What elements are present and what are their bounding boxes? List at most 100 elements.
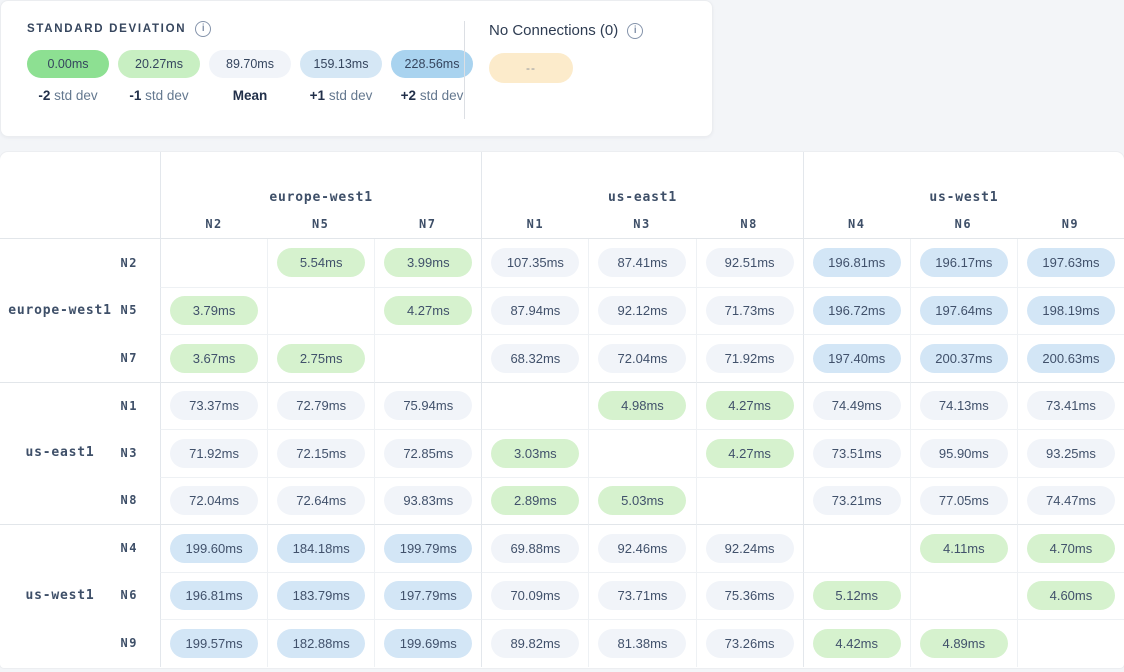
- latency-cell: 2.75ms: [267, 334, 374, 382]
- latency-pill[interactable]: 5.12ms: [813, 581, 901, 610]
- latency-pill[interactable]: 3.79ms: [170, 296, 258, 325]
- latency-cell: 74.49ms: [803, 382, 910, 430]
- row-node-label: N3: [120, 446, 160, 460]
- latency-cell: 72.04ms: [588, 334, 695, 382]
- latency-pill[interactable]: 4.89ms: [920, 629, 1008, 658]
- latency-pill[interactable]: 5.03ms: [598, 486, 686, 515]
- latency-pill[interactable]: 182.88ms: [277, 629, 365, 658]
- legend-stop-4: 228.56ms+2 std dev: [391, 50, 473, 103]
- latency-pill[interactable]: 4.27ms: [384, 296, 472, 325]
- latency-cell-self: [910, 572, 1017, 620]
- latency-pill[interactable]: 73.21ms: [813, 486, 901, 515]
- latency-pill[interactable]: 3.67ms: [170, 344, 258, 373]
- latency-pill[interactable]: 95.90ms: [920, 439, 1008, 468]
- latency-pill[interactable]: 199.57ms: [170, 629, 258, 658]
- row-label-N2: N2: [0, 239, 160, 287]
- latency-pill[interactable]: 5.54ms: [277, 248, 365, 277]
- latency-cell: 73.51ms: [803, 429, 910, 477]
- latency-pill[interactable]: 81.38ms: [598, 629, 686, 658]
- latency-cell-self: [481, 382, 588, 430]
- latency-pill[interactable]: 74.47ms: [1027, 486, 1115, 515]
- row-node-label: N4: [120, 541, 160, 555]
- latency-pill[interactable]: 92.12ms: [598, 296, 686, 325]
- latency-pill[interactable]: 72.85ms: [384, 439, 472, 468]
- row-node-label: N6: [120, 588, 160, 602]
- row-label-N4: N4: [0, 524, 160, 572]
- latency-pill[interactable]: 197.79ms: [384, 581, 472, 610]
- latency-pill[interactable]: 196.17ms: [920, 248, 1008, 277]
- latency-pill[interactable]: 87.94ms: [491, 296, 579, 325]
- latency-pill[interactable]: 72.79ms: [277, 391, 365, 420]
- row-label-N5: europe-west1N5: [0, 287, 160, 335]
- latency-pill[interactable]: 199.69ms: [384, 629, 472, 658]
- latency-cell: 72.64ms: [267, 477, 374, 525]
- no-connections-pill: --: [489, 53, 573, 83]
- latency-pill[interactable]: 68.32ms: [491, 344, 579, 373]
- latency-pill[interactable]: 73.37ms: [170, 391, 258, 420]
- latency-pill[interactable]: 200.37ms: [920, 344, 1008, 373]
- latency-pill[interactable]: 3.03ms: [491, 439, 579, 468]
- latency-pill[interactable]: 73.51ms: [813, 439, 901, 468]
- latency-pill[interactable]: 197.64ms: [920, 296, 1008, 325]
- latency-pill[interactable]: 184.18ms: [277, 534, 365, 563]
- latency-pill[interactable]: 72.64ms: [277, 486, 365, 515]
- latency-pill[interactable]: 4.27ms: [706, 391, 794, 420]
- latency-pill[interactable]: 4.98ms: [598, 391, 686, 420]
- latency-pill[interactable]: 87.41ms: [598, 248, 686, 277]
- latency-pill[interactable]: 70.09ms: [491, 581, 579, 610]
- latency-pill[interactable]: 200.63ms: [1027, 344, 1115, 373]
- latency-pill[interactable]: 197.40ms: [813, 344, 901, 373]
- latency-pill[interactable]: 74.13ms: [920, 391, 1008, 420]
- latency-pill[interactable]: 2.89ms: [491, 486, 579, 515]
- latency-pill[interactable]: 183.79ms: [277, 581, 365, 610]
- latency-pill[interactable]: 74.49ms: [813, 391, 901, 420]
- latency-cell: 73.21ms: [803, 477, 910, 525]
- latency-pill[interactable]: 72.04ms: [598, 344, 686, 373]
- latency-cell: 197.64ms: [910, 287, 1017, 335]
- latency-pill[interactable]: 3.99ms: [384, 248, 472, 277]
- latency-pill[interactable]: 197.63ms: [1027, 248, 1115, 277]
- no-connections-info-icon[interactable]: i: [627, 23, 643, 39]
- latency-pill[interactable]: 4.27ms: [706, 439, 794, 468]
- latency-pill[interactable]: 196.81ms: [813, 248, 901, 277]
- latency-pill[interactable]: 71.92ms: [706, 344, 794, 373]
- latency-cell: 77.05ms: [910, 477, 1017, 525]
- latency-pill[interactable]: 72.04ms: [170, 486, 258, 515]
- std-dev-stops: 0.00ms-2 std dev20.27ms-1 std dev89.70ms…: [27, 50, 464, 103]
- latency-cell: 200.63ms: [1017, 334, 1124, 382]
- latency-cell: 71.73ms: [696, 287, 803, 335]
- latency-pill[interactable]: 73.26ms: [706, 629, 794, 658]
- latency-pill[interactable]: 92.24ms: [706, 534, 794, 563]
- latency-pill[interactable]: 71.92ms: [170, 439, 258, 468]
- latency-pill[interactable]: 93.25ms: [1027, 439, 1115, 468]
- latency-pill[interactable]: 199.79ms: [384, 534, 472, 563]
- latency-pill[interactable]: 199.60ms: [170, 534, 258, 563]
- latency-pill[interactable]: 77.05ms: [920, 486, 1008, 515]
- latency-pill[interactable]: 73.41ms: [1027, 391, 1115, 420]
- latency-cell-self: [1017, 619, 1124, 667]
- latency-pill[interactable]: 89.82ms: [491, 629, 579, 658]
- latency-pill[interactable]: 4.60ms: [1027, 581, 1115, 610]
- latency-pill[interactable]: 92.51ms: [706, 248, 794, 277]
- latency-pill[interactable]: 72.15ms: [277, 439, 365, 468]
- latency-pill[interactable]: 73.71ms: [598, 581, 686, 610]
- region-column-header-europe-west1: europe-west1: [160, 152, 481, 209]
- latency-pill[interactable]: 196.72ms: [813, 296, 901, 325]
- latency-cell: 4.89ms: [910, 619, 1017, 667]
- latency-pill[interactable]: 75.36ms: [706, 581, 794, 610]
- latency-pill[interactable]: 4.70ms: [1027, 534, 1115, 563]
- latency-pill[interactable]: 198.19ms: [1027, 296, 1115, 325]
- latency-pill[interactable]: 93.83ms: [384, 486, 472, 515]
- latency-pill[interactable]: 92.46ms: [598, 534, 686, 563]
- latency-pill[interactable]: 71.73ms: [706, 296, 794, 325]
- latency-pill[interactable]: 75.94ms: [384, 391, 472, 420]
- latency-pill[interactable]: 107.35ms: [491, 248, 579, 277]
- latency-pill[interactable]: 196.81ms: [170, 581, 258, 610]
- node-column-header-N9: N9: [1017, 209, 1124, 239]
- latency-pill[interactable]: 69.88ms: [491, 534, 579, 563]
- latency-pill[interactable]: 2.75ms: [277, 344, 365, 373]
- latency-cell-self: [374, 334, 481, 382]
- latency-pill[interactable]: 4.42ms: [813, 629, 901, 658]
- latency-pill[interactable]: 4.11ms: [920, 534, 1008, 563]
- std-dev-info-icon[interactable]: i: [195, 21, 211, 37]
